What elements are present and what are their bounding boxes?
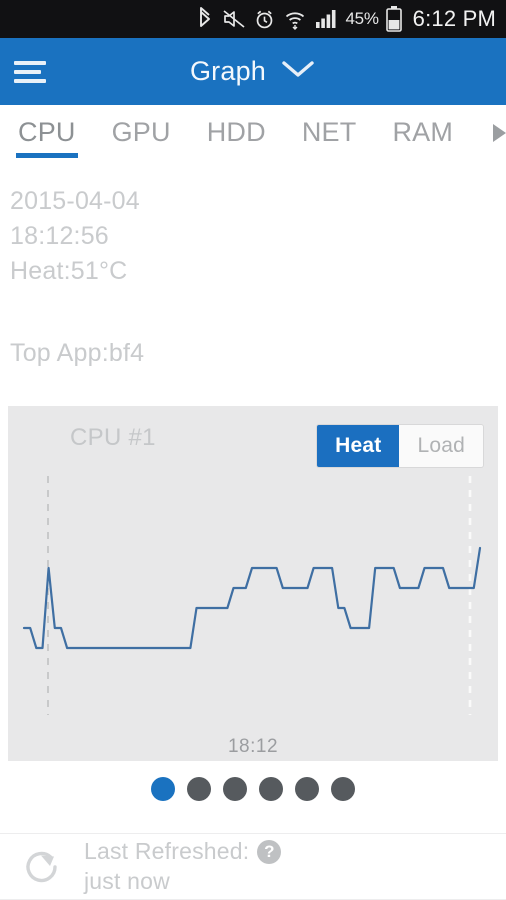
tab-cpu[interactable]: CPU [16, 117, 78, 158]
heat-load-toggle: Heat Load [317, 425, 483, 467]
app-bar: Graph [0, 38, 506, 105]
battery-icon [385, 6, 402, 32]
help-icon[interactable]: ? [257, 839, 282, 864]
page-indicator [0, 777, 506, 801]
chevron-down-icon[interactable] [280, 58, 316, 85]
info-heat: Heat:51°C [10, 257, 128, 285]
status-bar: 45% 6:12 PM [0, 0, 506, 38]
tab-cpu-label: CPU [18, 117, 76, 147]
app-screen: 45% 6:12 PM Graph CPU GPU HDD NET RAM 20… [0, 0, 506, 900]
tab-net-label: NET [301, 117, 357, 147]
status-clock: 6:12 PM [412, 6, 496, 31]
alarm-icon [254, 9, 275, 30]
chart-title: CPU #1 [70, 424, 156, 451]
tab-hdd[interactable]: HDD [207, 117, 266, 158]
footer-bar: Last Refreshed: ? just now [0, 833, 506, 900]
last-refreshed-label: Last Refreshed: [84, 838, 250, 864]
page-dot-5[interactable] [295, 777, 319, 801]
info-time: 18:12:56 [10, 222, 109, 250]
hamburger-menu-icon[interactable] [14, 56, 68, 88]
chart-card: CPU #1 Heat Load 18:12 [8, 406, 498, 761]
page-dot-2[interactable] [187, 777, 211, 801]
info-date: 2015-04-04 [10, 187, 140, 215]
chart-plot-area[interactable] [8, 468, 498, 723]
last-refreshed-value: just now [84, 868, 170, 894]
page-dot-3[interactable] [223, 777, 247, 801]
line-chart-svg [22, 476, 482, 715]
refresh-text-group: Last Refreshed: ? just now [84, 838, 282, 895]
toggle-load-button[interactable]: Load [399, 425, 483, 467]
page-title: Graph [189, 56, 267, 86]
refresh-icon[interactable] [14, 842, 70, 892]
bluetooth-icon [196, 7, 214, 31]
battery-percent-label: 45% [345, 9, 379, 28]
chart-x-tick-label: 18:12 [227, 736, 279, 757]
tab-gpu-label: GPU [111, 117, 171, 147]
tab-ram[interactable]: RAM [392, 117, 453, 158]
tab-hdd-label: HDD [206, 117, 266, 147]
page-dot-4[interactable] [259, 777, 283, 801]
tab-ram-label: RAM [392, 117, 454, 147]
chart-series-heat [22, 546, 482, 650]
signal-icon [315, 9, 337, 29]
top-app-label: Top App:bf4 [10, 339, 145, 367]
page-dot-1[interactable] [151, 777, 175, 801]
chart-header: CPU #1 Heat Load [8, 406, 498, 468]
tab-bar: CPU GPU HDD NET RAM [0, 105, 506, 170]
tab-net[interactable]: NET [302, 117, 357, 158]
toggle-heat-button[interactable]: Heat [317, 425, 400, 467]
info-block: 2015-04-04 18:12:56 Heat:51°C [0, 170, 506, 289]
caret-right-icon[interactable] [493, 123, 506, 142]
app-bar-title-group: Graph [0, 38, 506, 105]
page-dot-6[interactable] [331, 777, 355, 801]
tab-gpu[interactable]: GPU [112, 117, 171, 158]
mute-icon [223, 8, 245, 30]
wifi-icon [284, 8, 306, 30]
